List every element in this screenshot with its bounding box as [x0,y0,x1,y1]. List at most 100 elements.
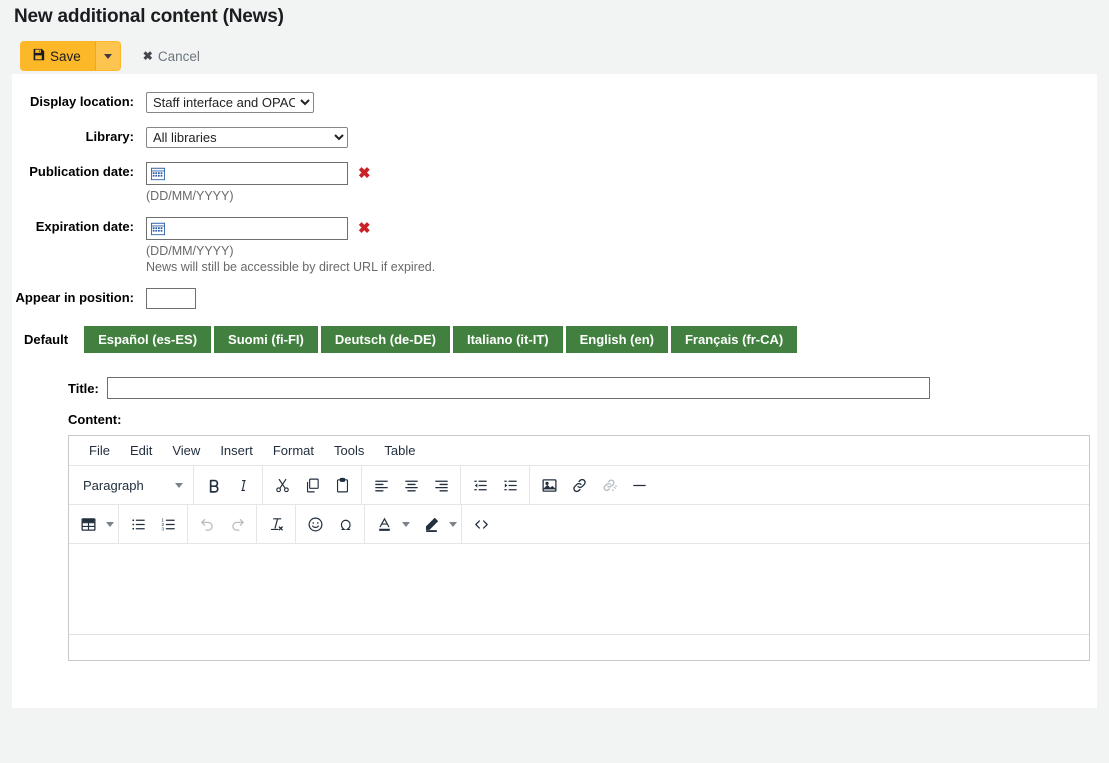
field-publication-date: Publication date: ✖ (DD/MM/YYYY) [12,162,1097,204]
undo-icon[interactable] [192,510,222,538]
chevron-down-icon[interactable] [402,521,410,527]
save-button-label: Save [50,48,81,64]
clear-publication-date-icon[interactable]: ✖ [358,166,371,181]
caret-down-icon [103,53,112,59]
display-location-select[interactable]: Staff interface and OPAC [146,92,314,113]
chevron-down-icon [175,482,183,488]
toolbar-group-style [194,466,263,504]
language-tab[interactable]: Deutsch (de-DE) [320,326,450,353]
toolbar-group-source [462,505,500,543]
language-tab[interactable]: Default [12,326,82,353]
text-color-icon[interactable] [369,510,399,538]
chevron-down-icon[interactable] [449,521,457,527]
table-icon[interactable] [73,510,103,538]
editor-content-area[interactable] [69,544,1089,635]
block-format-label: Paragraph [83,477,144,493]
field-expiration-date: Expiration date: ✖ (DD/MM/YYYY) News wil… [12,217,1097,275]
horizontal-rule-icon[interactable] [624,471,654,499]
publication-date-label: Publication date: [29,164,134,179]
outdent-icon[interactable] [465,471,495,499]
field-position: Appear in position: [12,288,1097,309]
align-right-icon[interactable] [426,471,456,499]
rich-text-editor: File Edit View Insert Format Tools Table Parag… [68,435,1090,661]
toolbar-group-colors [365,505,462,543]
indent-icon[interactable] [495,471,525,499]
numbered-list-icon[interactable]: 123 [153,510,183,538]
editor-menu-edit[interactable]: Edit [120,437,162,465]
content-label: Content: [68,412,122,427]
toolbar-group-clear [257,505,296,543]
settings-panel: Display location: Staff interface and OP… [12,74,1097,353]
translations-panel: Default Español (es-ES) Suomi (fi-FI) Deuts… [12,326,1097,708]
editor-menu-format[interactable]: Format [263,437,324,465]
toolbar-group-indent [461,466,530,504]
paste-icon[interactable] [327,471,357,499]
editor-menu-table[interactable]: Table [374,437,425,465]
field-title: Title: [68,377,1097,399]
position-label: Appear in position: [15,290,134,305]
toolbar-group-align [362,466,461,504]
cancel-button-label: Cancel [157,48,200,64]
bullet-list-icon[interactable] [123,510,153,538]
display-location-label: Display location: [29,94,134,109]
library-select[interactable]: All libraries [146,127,348,148]
toolbar-group-table [69,505,119,543]
redo-icon[interactable] [222,510,252,538]
toolbar-group-lists: 123 [119,505,188,543]
position-input[interactable] [146,288,196,309]
close-x-icon: ✖ [142,49,153,63]
expiration-date-hint: (DD/MM/YYYY) [146,244,234,258]
align-center-icon[interactable] [396,471,426,499]
page-title: New additional content (News) [14,6,284,27]
clear-expiration-date-icon[interactable]: ✖ [358,221,371,236]
editor-menu-file[interactable]: File [79,437,120,465]
toolbar-group-symbols [296,505,365,543]
toolbar-group-format: Paragraph [69,466,194,504]
source-code-icon[interactable] [466,510,496,538]
toolbar-group-history [188,505,257,543]
chevron-down-icon[interactable] [106,521,114,527]
align-left-icon[interactable] [366,471,396,499]
special-character-icon[interactable] [330,510,360,538]
block-format-select[interactable]: Paragraph [73,471,189,499]
editor-menu-tools[interactable]: Tools [324,437,374,465]
calendar-icon[interactable] [151,222,165,236]
expiration-date-label: Expiration date: [35,219,134,234]
save-dropdown-toggle[interactable] [95,41,121,71]
bold-icon[interactable] [198,471,228,499]
publication-date-input[interactable] [146,162,348,185]
title-input[interactable] [106,377,930,399]
field-library: Library: All libraries [12,127,1097,148]
cancel-button[interactable]: ✖ Cancel [143,49,200,64]
floppy-disk-icon [32,48,45,64]
svg-text:3: 3 [161,526,164,532]
language-tab[interactable]: Español (es-ES) [84,326,212,353]
insert-image-icon[interactable] [534,471,564,499]
cut-icon[interactable] [267,471,297,499]
title-label: Title: [68,380,99,396]
language-tabs: Default Español (es-ES) Suomi (fi-FI) Deuts… [12,321,800,353]
field-display-location: Display location: Staff interface and OP… [12,92,1097,113]
language-tab[interactable]: Français (fr-CA) [670,326,798,353]
editor-menu-view[interactable]: View [162,437,210,465]
toolbar-group-clipboard [263,466,362,504]
unlink-icon[interactable] [594,471,624,499]
clear-formatting-icon[interactable] [261,510,291,538]
language-tab[interactable]: English (en) [565,326,668,353]
expiration-date-input[interactable] [146,217,348,240]
save-button[interactable]: Save [20,41,96,71]
emoticon-icon[interactable] [300,510,330,538]
editor-menubar: File Edit View Insert Format Tools Table [69,436,1089,466]
highlight-color-icon[interactable] [416,510,446,538]
insert-link-icon[interactable] [564,471,594,499]
language-tab[interactable]: Italiano (it-IT) [452,326,563,353]
editor-menu-insert[interactable]: Insert [210,437,263,465]
library-label: Library: [85,129,134,144]
editor-toolbar-row-1: Paragraph [69,466,1089,505]
copy-icon[interactable] [297,471,327,499]
italic-icon[interactable] [228,471,258,499]
toolbar-group-insert [530,466,658,504]
calendar-icon[interactable] [151,167,165,181]
action-toolbar: Save ✖ Cancel [0,28,1109,74]
language-tab[interactable]: Suomi (fi-FI) [214,326,318,353]
